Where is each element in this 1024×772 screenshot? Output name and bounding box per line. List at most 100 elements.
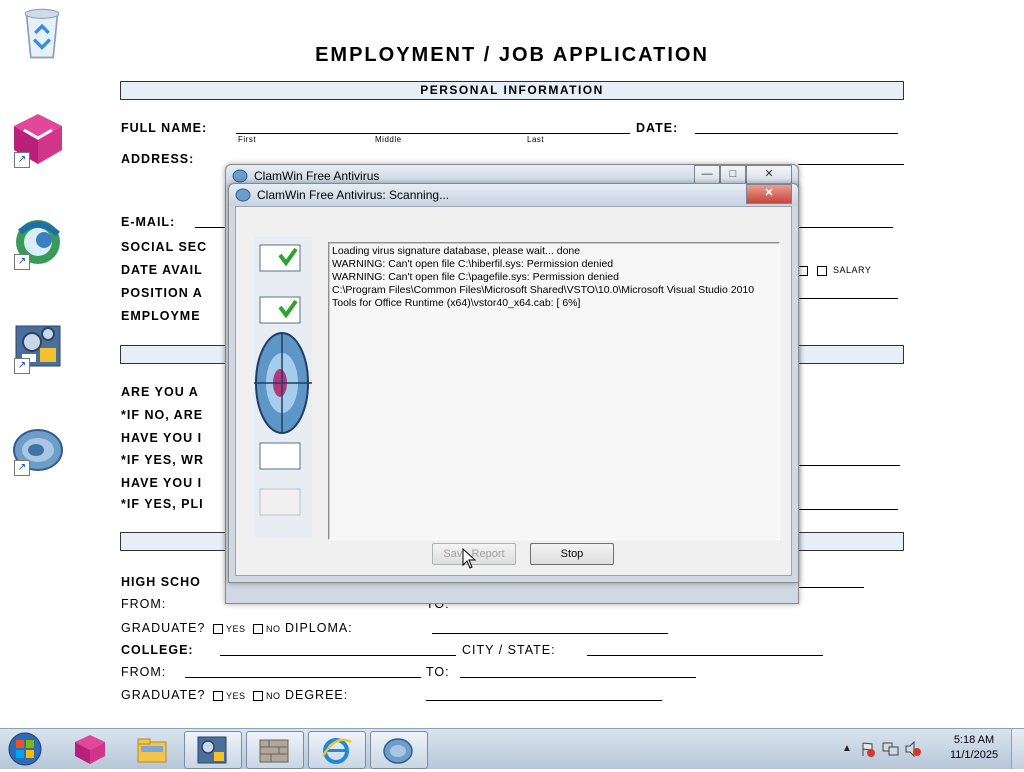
if-yes-please-label: *IF YES, PLI xyxy=(121,497,204,511)
system-tray: ▲ 5:18 AM 11/1/2025 xyxy=(834,729,1024,769)
stop-button[interactable]: Stop xyxy=(530,543,614,565)
if-yes-please-line xyxy=(798,509,898,510)
diploma-label: DIPLOMA: xyxy=(284,621,353,635)
are-you-label: ARE YOU A xyxy=(121,385,199,399)
minimize-button[interactable]: — xyxy=(694,165,720,185)
diploma-line xyxy=(432,633,668,634)
graduate-label-2: GRADUATE? xyxy=(121,688,206,702)
scan-dialog-titlebar[interactable]: ClamWin Free Antivirus: Scanning... ✕ xyxy=(229,184,798,206)
date-label: DATE: xyxy=(636,121,679,135)
clock-time: 5:18 AM xyxy=(953,734,995,746)
mouse-cursor-icon xyxy=(462,548,477,569)
globe-shortcut-icon[interactable]: ↗ xyxy=(10,214,66,270)
scan-animation-panel xyxy=(254,237,312,537)
from-line-2 xyxy=(185,677,421,678)
maximize-button[interactable]: □ xyxy=(720,165,746,185)
social-security-label: SOCIAL SEC xyxy=(121,240,208,254)
taskbar-ie-button[interactable] xyxy=(308,731,366,769)
section-personal-information: PERSONAL INFORMATION xyxy=(120,81,904,100)
scan-animation-icons xyxy=(254,244,312,516)
email-line-right xyxy=(798,227,893,228)
app-shortcut-pink-icon[interactable]: ↗ xyxy=(10,112,66,168)
pink-app-icon xyxy=(75,735,105,764)
have-you-label-2: HAVE YOU I xyxy=(121,476,203,490)
city-state-label: CITY / STATE: xyxy=(462,643,556,657)
desktop: EMPLOYMENT / JOB APPLICATION PERSONAL IN… xyxy=(0,0,1024,728)
to-line-2 xyxy=(460,677,696,678)
degree-line xyxy=(426,700,662,701)
address-line xyxy=(798,164,904,165)
recycle-bin-graphic xyxy=(24,8,60,59)
position-line xyxy=(798,298,898,299)
graduate-row-2: GRADUATE? YES NO DEGREE: xyxy=(121,688,348,702)
main-close-button[interactable]: ✕ xyxy=(746,165,792,185)
folder-icon xyxy=(137,738,167,763)
employment-label: EMPLOYME xyxy=(121,309,201,323)
clamwin-icon xyxy=(383,738,413,764)
form-title: EMPLOYMENT / JOB APPLICATION xyxy=(315,44,709,66)
scan-dialog-body: Loading virus signature database, please… xyxy=(235,206,792,576)
clock[interactable]: 5:18 AM 11/1/2025 xyxy=(944,733,1004,763)
shortcut-arrow-icon-2: ↗ xyxy=(14,254,30,270)
high-school-line xyxy=(798,587,864,588)
taskbar-explorer-button[interactable] xyxy=(124,731,182,769)
scan-log-output[interactable]: Loading virus signature database, please… xyxy=(328,242,780,540)
shortcut-arrow-icon-3: ↗ xyxy=(14,358,30,374)
network-icon[interactable] xyxy=(882,741,900,757)
college-line xyxy=(220,655,456,656)
show-desktop-button[interactable] xyxy=(1011,729,1024,769)
first-caption: First xyxy=(238,135,257,144)
salary-option: SALARY xyxy=(798,265,871,276)
section-bar-3-right xyxy=(798,532,904,551)
college-label: COLLEGE: xyxy=(121,643,194,657)
taskbar: ▲ 5:18 AM 11/1/2025 xyxy=(0,728,1024,769)
from-label-2: FROM: xyxy=(121,665,167,679)
last-caption: Last xyxy=(527,135,545,144)
graduate-no-label-1: NO xyxy=(265,624,281,634)
internet-explorer-icon xyxy=(321,738,352,764)
if-no-label: *IF NO, ARE xyxy=(121,408,204,422)
date-line xyxy=(695,133,898,134)
to-label-2: TO: xyxy=(426,665,450,679)
high-school-label: HIGH SCHO xyxy=(121,575,201,589)
windows-start-orb-icon xyxy=(8,732,42,766)
full-name-label: FULL NAME: xyxy=(121,121,208,135)
firewall-icon xyxy=(259,739,289,763)
graduate-no-checkbox-1 xyxy=(252,623,263,634)
have-you-label-1: HAVE YOU I xyxy=(121,431,203,445)
show-hidden-icons-button[interactable]: ▲ xyxy=(842,743,852,754)
taskbar-clamwin-button[interactable] xyxy=(370,731,428,769)
graduate-yes-checkbox-2 xyxy=(212,690,223,701)
graduate-yes-label-2: YES xyxy=(225,691,246,701)
clamwin-scanning-dialog[interactable]: ClamWin Free Antivirus: Scanning... ✕ Lo… xyxy=(228,183,799,583)
settings-shortcut-icon[interactable]: ↗ xyxy=(10,318,66,374)
graduate-row-1: GRADUATE? YES NO DIPLOMA: xyxy=(121,621,353,635)
start-button[interactable] xyxy=(4,731,46,767)
salary-checkbox-2 xyxy=(817,265,828,276)
scan-dialog-title: ClamWin Free Antivirus: Scanning... xyxy=(257,188,450,202)
volume-muted-icon[interactable] xyxy=(904,741,922,757)
date-available-label: DATE AVAIL xyxy=(121,263,203,277)
taskbar-pink-app-button[interactable] xyxy=(62,731,120,769)
section-bar-2-right xyxy=(798,345,904,364)
clamwin-app-icon xyxy=(232,169,248,183)
action-center-flag-icon[interactable] xyxy=(860,741,876,757)
clamwin-shortcut-icon[interactable]: ↗ xyxy=(10,420,66,476)
email-label: E-MAIL: xyxy=(121,215,176,229)
graduate-no-checkbox-2 xyxy=(252,690,263,701)
clamwin-dialog-icon xyxy=(235,188,251,202)
clock-date: 11/1/2025 xyxy=(949,749,999,761)
city-state-line xyxy=(587,655,823,656)
recycle-bin-icon[interactable] xyxy=(14,6,62,59)
scan-close-button[interactable]: ✕ xyxy=(746,184,792,204)
shortcut-arrow-icon: ↗ xyxy=(14,152,30,168)
taskbar-firewall-button[interactable] xyxy=(246,731,304,769)
settings-icon xyxy=(197,736,227,764)
from-label-1: FROM: xyxy=(121,597,167,611)
graduate-yes-checkbox-1 xyxy=(212,623,223,634)
taskbar-settings-button[interactable] xyxy=(184,731,242,769)
middle-caption: Middle xyxy=(375,135,402,144)
position-label: POSITION A xyxy=(121,286,203,300)
section-bar-3-left xyxy=(120,532,227,551)
address-label: ADDRESS: xyxy=(121,152,195,166)
